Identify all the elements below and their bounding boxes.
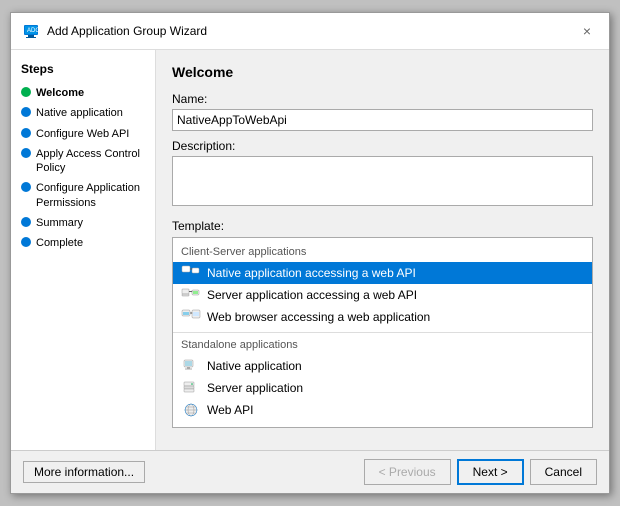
- step-dot-app-permissions: [21, 182, 31, 192]
- title-bar-left: ADG Add Application Group Wizard: [23, 23, 207, 39]
- native-web-api-icon: [181, 265, 201, 281]
- main-content: Welcome Name: Description: Template: Cli…: [156, 50, 609, 450]
- step-dot-welcome: [21, 87, 31, 97]
- server-app-icon: [181, 380, 201, 396]
- step-label-native-app: Native application: [36, 106, 123, 120]
- template-item-server-web-api-label: Server application accessing a web API: [207, 288, 417, 302]
- dialog-title: Add Application Group Wizard: [47, 24, 207, 38]
- step-label-app-permissions: Configure Application Permissions: [36, 181, 145, 210]
- step-label-complete: Complete: [36, 236, 83, 250]
- content-area: Steps Welcome Native application Configu…: [11, 50, 609, 450]
- footer-bar: More information... < Previous Next > Ca…: [11, 450, 609, 493]
- template-item-native-app[interactable]: Native application: [173, 355, 592, 377]
- group-header-client-server: Client-Server applications: [173, 244, 592, 262]
- web-api-icon: [181, 402, 201, 418]
- step-dot-summary: [21, 217, 31, 227]
- template-item-server-web-api[interactable]: Server application accessing a web API: [173, 284, 592, 306]
- web-browser-icon: [181, 309, 201, 325]
- step-label-access-control: Apply Access Control Policy: [36, 147, 145, 176]
- svg-text:ADG: ADG: [27, 28, 39, 34]
- prev-button[interactable]: < Previous: [364, 459, 451, 485]
- step-item-access-control: Apply Access Control Policy: [21, 147, 145, 176]
- name-input[interactable]: [172, 109, 593, 131]
- name-label: Name:: [172, 92, 593, 106]
- step-label-web-api: Configure Web API: [36, 127, 129, 141]
- template-divider: [173, 332, 592, 333]
- dialog-window: ADG Add Application Group Wizard × Steps…: [10, 12, 610, 494]
- group-header-standalone: Standalone applications: [173, 337, 592, 355]
- cancel-button[interactable]: Cancel: [530, 459, 597, 485]
- sidebar: Steps Welcome Native application Configu…: [11, 50, 156, 450]
- template-item-server-app[interactable]: Server application: [173, 377, 592, 399]
- template-item-native-web-api-label: Native application accessing a web API: [207, 266, 416, 280]
- step-item-web-api: Configure Web API: [21, 127, 145, 141]
- description-label: Description:: [172, 139, 593, 153]
- page-heading: Welcome: [172, 64, 593, 80]
- step-item-welcome: Welcome: [21, 86, 145, 100]
- next-button[interactable]: Next >: [457, 459, 524, 485]
- description-textarea[interactable]: [172, 156, 593, 206]
- template-item-web-browser-label: Web browser accessing a web application: [207, 310, 430, 324]
- step-item-summary: Summary: [21, 216, 145, 230]
- step-dot-native-app: [21, 107, 31, 117]
- step-item-native-app: Native application: [21, 106, 145, 120]
- template-item-web-api-standalone[interactable]: Web API: [173, 399, 592, 421]
- nav-buttons: < Previous Next > Cancel: [364, 459, 597, 485]
- template-item-web-api-standalone-label: Web API: [207, 403, 253, 417]
- step-item-app-permissions: Configure Application Permissions: [21, 181, 145, 210]
- close-button[interactable]: ×: [577, 21, 597, 41]
- step-dot-access-control: [21, 148, 31, 158]
- server-web-api-icon: [181, 287, 201, 303]
- step-dot-web-api: [21, 128, 31, 138]
- sidebar-heading: Steps: [21, 62, 145, 76]
- template-box: Client-Server applications Native applic…: [172, 237, 593, 428]
- template-item-native-web-api[interactable]: Native application accessing a web API: [173, 262, 592, 284]
- native-app-icon: [181, 358, 201, 374]
- step-dot-complete: [21, 237, 31, 247]
- template-item-native-app-label: Native application: [207, 359, 302, 373]
- app-icon: ADG: [23, 23, 39, 39]
- template-item-web-browser[interactable]: Web browser accessing a web application: [173, 306, 592, 328]
- step-item-complete: Complete: [21, 236, 145, 250]
- step-label-summary: Summary: [36, 216, 83, 230]
- step-label-welcome: Welcome: [36, 86, 84, 100]
- title-bar: ADG Add Application Group Wizard ×: [11, 13, 609, 50]
- template-item-server-app-label: Server application: [207, 381, 303, 395]
- template-label: Template:: [172, 219, 593, 233]
- more-info-button[interactable]: More information...: [23, 461, 145, 483]
